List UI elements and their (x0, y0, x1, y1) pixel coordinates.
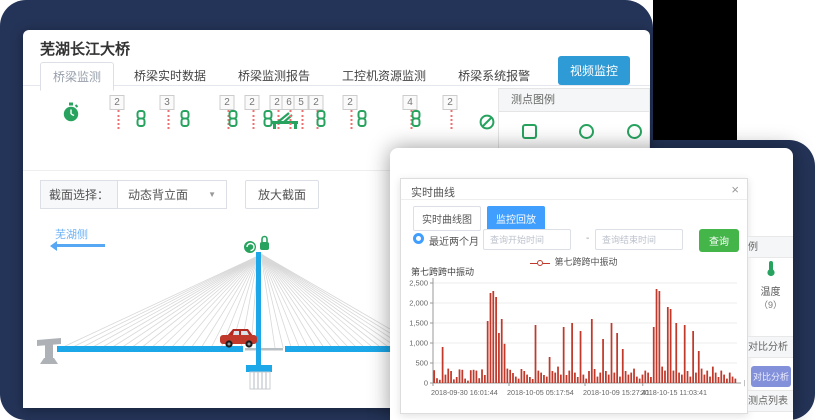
last-two-months-radio[interactable] (413, 233, 424, 244)
chain-icon[interactable] (227, 110, 239, 132)
section-view-value: 动态背立面 (128, 186, 188, 203)
stopwatch-icon[interactable] (63, 102, 80, 128)
section-controls: 截面选择： 动态背立面 ▼ 放大截面 (40, 180, 319, 208)
svg-text:2018-10-05 05:17:54: 2018-10-05 05:17:54 (507, 388, 574, 397)
sensor-count-badge: 2 (220, 92, 235, 110)
chevron-down-icon: ▼ (208, 190, 216, 199)
svg-text:2018-09-30 16:01:44: 2018-09-30 16:01:44 (431, 388, 498, 397)
video-monitor-button[interactable]: 视频监控 (558, 56, 630, 85)
sensor-count-badge: 5 (294, 92, 309, 110)
sensor-type-icon (522, 124, 537, 139)
query-start-time-input[interactable] (483, 229, 571, 250)
svg-text:500: 500 (415, 359, 428, 368)
realtime-curve-dialog: 实时曲线 × 实时曲线图监控回放 最近两个月 - 查询 第七跨跨中振动 第七跨跨… (400, 178, 748, 414)
enlarge-section-button[interactable]: 放大截面 (245, 180, 319, 209)
tab-2[interactable]: 桥梁监测报告 (226, 62, 322, 91)
desktop: 芜湖长江大桥 桥梁监测桥梁实时数据桥梁监测报告工控机资源监测桥梁系统报警 视频监… (0, 0, 815, 420)
last-two-months-label: 最近两个月 (429, 233, 479, 248)
page-title: 芜湖长江大桥 (40, 38, 130, 59)
svg-text:2,500: 2,500 (409, 279, 428, 288)
tab-0[interactable]: 桥梁监测 (40, 62, 114, 91)
svg-text:2018-10-09 15:27:41: 2018-10-09 15:27:41 (583, 388, 650, 397)
truss-icon[interactable] (271, 112, 299, 135)
sensor-count-badge: 2 (110, 92, 125, 110)
sensor-type-icon (579, 124, 594, 139)
modal-tab-1[interactable]: 监控回放 (487, 206, 545, 231)
section-select-label: 截面选择： (40, 180, 117, 209)
svg-text:2018-10-15 11:03:41: 2018-10-15 11:03:41 (641, 388, 707, 397)
sensor-count-badge: 2 (343, 92, 358, 110)
chain-icon[interactable] (135, 110, 147, 132)
sensor-count-badge: 3 (160, 92, 175, 110)
dialog-title: 实时曲线 (411, 184, 455, 200)
point-list-header: 测点列表 (748, 390, 793, 412)
svg-text:1,000: 1,000 (409, 339, 428, 348)
search-button[interactable]: 查询 (699, 229, 739, 252)
popup-sidebar: 例 温度 （9） 对比分析 对比分析 测点列表 (748, 148, 793, 420)
svg-text:时间: 时间 (744, 378, 745, 388)
point-legend-panel: 测点图例 (498, 88, 650, 150)
chain-icon[interactable] (356, 110, 368, 132)
black-panel (653, 0, 737, 140)
chain-icon[interactable] (315, 110, 327, 132)
date-separator: - (586, 233, 589, 244)
car (220, 329, 257, 348)
compare-section-header: 对比分析 (748, 336, 793, 358)
query-end-time-input[interactable] (595, 229, 683, 250)
thermometer-icon (765, 260, 777, 277)
legend-marker-icon (530, 258, 550, 268)
section-view-select[interactable]: 动态背立面 ▼ (117, 180, 227, 209)
svg-text:0: 0 (424, 379, 428, 388)
temperature-sensor-item[interactable]: 温度 （9） (748, 260, 793, 311)
close-icon[interactable]: × (731, 182, 739, 197)
sensor-count-badge: 2 (309, 92, 324, 110)
compare-analysis-button[interactable]: 对比分析 (751, 366, 791, 387)
point-legend-title: 测点图例 (499, 89, 649, 112)
popup-window: 实时曲线 × 实时曲线图监控回放 最近两个月 - 查询 第七跨跨中振动 第七跨跨… (390, 148, 793, 420)
temperature-label: 温度 (748, 283, 793, 298)
svg-text:1,500: 1,500 (409, 319, 428, 328)
tab-bar: 桥梁监测桥梁实时数据桥梁监测报告工控机资源监测桥梁系统报警 视频监控 (23, 62, 650, 86)
sensor-count-badge: 2 (443, 92, 458, 110)
tab-1[interactable]: 桥梁实时数据 (122, 62, 218, 91)
dialog-header: 实时曲线 × (401, 179, 747, 200)
tab-3[interactable]: 工控机资源监测 (330, 62, 438, 91)
ban-icon[interactable] (479, 114, 495, 135)
sidebar-legend-header: 例 (748, 236, 793, 258)
vibration-chart: 0 500 1,000 1,500 2,000 2,500 2018-09-30 16:01… (405, 275, 745, 405)
point-legend-icons (499, 112, 649, 150)
temperature-count: （9） (748, 298, 793, 311)
modal-tab-0[interactable]: 实时曲线图 (413, 206, 481, 231)
sensor-count-badge: 2 (245, 92, 260, 110)
svg-text:2,000: 2,000 (409, 299, 428, 308)
tab-4[interactable]: 桥梁系统报警 (446, 62, 542, 91)
chain-icon[interactable] (410, 110, 422, 132)
legend-label: 第七跨跨中振动 (554, 257, 617, 267)
sensor-count-badge: 4 (403, 92, 418, 110)
query-row: 最近两个月 - 查询 (413, 229, 743, 251)
chain-icon[interactable] (179, 110, 191, 132)
pylon-sensor-icons (244, 237, 269, 254)
sensor-type-icon (627, 124, 642, 139)
